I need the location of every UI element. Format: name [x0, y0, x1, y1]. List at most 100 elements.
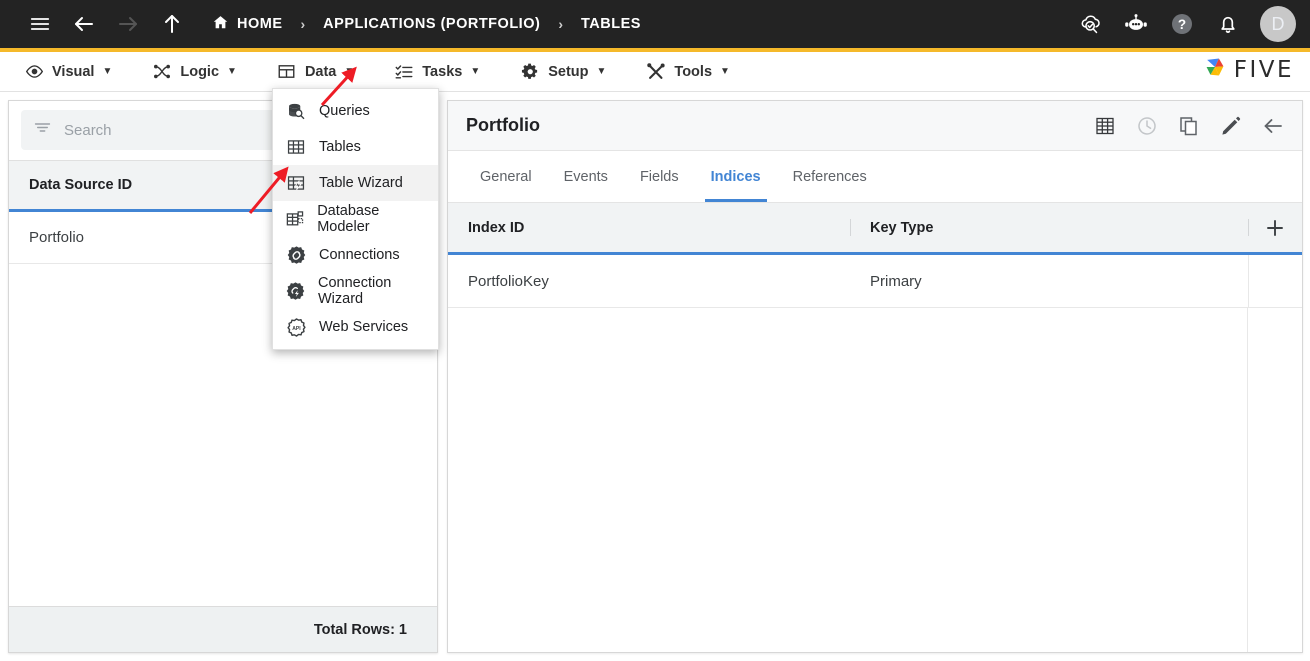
- arrow-left-icon[interactable]: [62, 0, 106, 48]
- svg-text:API: API: [292, 325, 301, 331]
- menu-label: Tasks: [422, 63, 463, 80]
- menu-option-label: Connection Wizard: [318, 275, 392, 307]
- tools-icon: [646, 62, 666, 82]
- top-navigation-bar: HOME › APPLICATIONS (PORTFOLIO) › TABLES: [0, 0, 1310, 48]
- menu-option-label: Web Services: [319, 319, 409, 335]
- hamburger-icon[interactable]: [18, 0, 62, 48]
- chevron-down-icon: ▼: [596, 66, 607, 77]
- menu-option-label: Connections: [319, 247, 400, 263]
- connection-wizard-icon: [285, 280, 306, 302]
- pencil-icon[interactable]: [1218, 113, 1244, 139]
- breadcrumb-separator: ›: [558, 16, 563, 32]
- breadcrumb-item-home[interactable]: HOME: [208, 14, 287, 35]
- grid-empty-area: [448, 308, 1302, 652]
- tab-general[interactable]: General: [464, 151, 548, 202]
- menu-option-connection-wizard[interactable]: Connection Wizard: [273, 273, 438, 309]
- brand-logo: FIVE: [1202, 54, 1294, 85]
- breadcrumb-label: HOME: [237, 16, 283, 32]
- column-header-key-type: Key Type: [850, 203, 1248, 252]
- home-icon: [212, 14, 229, 35]
- menu-option-label: Database Modeler: [317, 203, 380, 235]
- column-header-index-id: Index ID: [468, 219, 525, 236]
- grid-table-icon: [285, 136, 307, 158]
- robot-icon[interactable]: [1114, 0, 1158, 48]
- grid-view-icon[interactable]: [1092, 113, 1118, 139]
- chevron-down-icon: ▼: [227, 66, 237, 77]
- menu-item-setup[interactable]: Setup ▼: [504, 52, 622, 92]
- chevron-down-icon: ▼: [470, 66, 481, 77]
- table-row[interactable]: PortfolioKey Primary: [448, 255, 1302, 308]
- menu-label: Data: [304, 63, 337, 80]
- menu-option-queries[interactable]: Queries: [273, 93, 438, 129]
- menu-option-label: Tables: [319, 139, 361, 155]
- nodes-icon: [152, 62, 172, 82]
- breadcrumb-separator: ›: [300, 16, 306, 32]
- tab-label: Fields: [639, 168, 679, 185]
- db-modeler-icon: [285, 208, 305, 230]
- tab-fields[interactable]: Fields: [624, 151, 695, 202]
- connection-icon: [285, 244, 307, 266]
- tab-events[interactable]: Events: [548, 151, 624, 202]
- detail-actions: [1092, 113, 1286, 139]
- chevron-down-icon: ▼: [344, 66, 355, 77]
- application-window: HOME › APPLICATIONS (PORTFOLIO) › TABLES: [0, 0, 1310, 661]
- detail-header: Portfolio: [448, 101, 1302, 151]
- page-title: Portfolio: [466, 115, 540, 135]
- total-rows-label: Total Rows: 1: [9, 606, 437, 652]
- cloud-check-icon[interactable]: [1068, 0, 1112, 48]
- history-icon: [1134, 113, 1160, 139]
- svg-text:?: ?: [1178, 17, 1186, 32]
- breadcrumb-label: APPLICATIONS (PORTFOLIO): [323, 16, 541, 32]
- menu-label: Setup: [548, 63, 589, 80]
- tab-label: Indices: [710, 168, 761, 185]
- filter-icon[interactable]: [33, 118, 52, 142]
- menu-item-tools[interactable]: Tools ▼: [630, 52, 746, 92]
- tab-references[interactable]: References: [777, 151, 883, 202]
- cell-actions: [1248, 255, 1302, 307]
- chevron-down-icon: ▼: [720, 66, 730, 77]
- gear-icon: [520, 62, 540, 82]
- arrow-up-icon[interactable]: [150, 0, 194, 48]
- topbar-actions: ? D: [1068, 0, 1296, 48]
- menu-option-database-modeler[interactable]: Database Modeler: [273, 201, 438, 237]
- menu-option-connections[interactable]: Connections: [273, 237, 438, 273]
- menu-option-label: Queries: [319, 103, 370, 119]
- api-icon: API: [285, 316, 307, 338]
- grid-empty-left: [448, 308, 1248, 652]
- tab-label: Events: [563, 168, 608, 185]
- data-menu-dropdown: Queries Tables Table Wizard Database Mod…: [272, 88, 439, 350]
- arrow-left-icon[interactable]: [1260, 113, 1286, 139]
- bell-icon[interactable]: [1206, 0, 1250, 48]
- cell-data-source-id: Portfolio: [29, 229, 85, 246]
- menu-item-tasks[interactable]: Tasks ▼: [378, 52, 496, 92]
- menu-item-logic[interactable]: Logic ▼: [136, 52, 253, 92]
- add-index-button[interactable]: [1248, 203, 1302, 252]
- menu-item-visual[interactable]: Visual ▼: [8, 52, 128, 92]
- arrow-right-icon: [106, 0, 150, 48]
- copy-icon[interactable]: [1176, 113, 1202, 139]
- tab-indices[interactable]: Indices: [695, 151, 777, 202]
- avatar[interactable]: D: [1260, 6, 1296, 42]
- menu-item-data[interactable]: Data ▼: [261, 52, 370, 92]
- breadcrumb-label: TABLES: [580, 16, 641, 32]
- main-menu-bar: Visual ▼ Logic ▼ Data ▼ Tasks ▼ Setup ▼ …: [0, 52, 1310, 92]
- chevron-down-icon: ▼: [102, 66, 113, 77]
- breadcrumb-item-tables[interactable]: TABLES: [577, 16, 645, 32]
- menu-option-web-services[interactable]: API Web Services: [273, 309, 438, 345]
- cell-index-id: PortfolioKey: [468, 272, 549, 290]
- menu-option-table-wizard[interactable]: Table Wizard: [273, 165, 438, 201]
- tab-label: References: [792, 168, 867, 185]
- cell-key-type: Primary: [870, 272, 922, 290]
- breadcrumb-item-applications[interactable]: APPLICATIONS (PORTFOLIO): [319, 16, 544, 32]
- five-pinwheel-icon: [1202, 54, 1228, 85]
- grid-empty-right: [1248, 308, 1302, 652]
- brand-text: FIVE: [1233, 56, 1294, 83]
- menu-label: Logic: [180, 63, 220, 80]
- tasklist-icon: [394, 62, 414, 82]
- help-circle-icon[interactable]: ?: [1160, 0, 1204, 48]
- detail-tabs: General Events Fields Indices References: [448, 151, 1302, 203]
- breadcrumb: HOME › APPLICATIONS (PORTFOLIO) › TABLES: [208, 14, 645, 35]
- menu-option-label: Table Wizard: [319, 175, 403, 191]
- menu-option-tables[interactable]: Tables: [273, 129, 438, 165]
- indices-grid-header: Index ID Key Type: [448, 203, 1302, 255]
